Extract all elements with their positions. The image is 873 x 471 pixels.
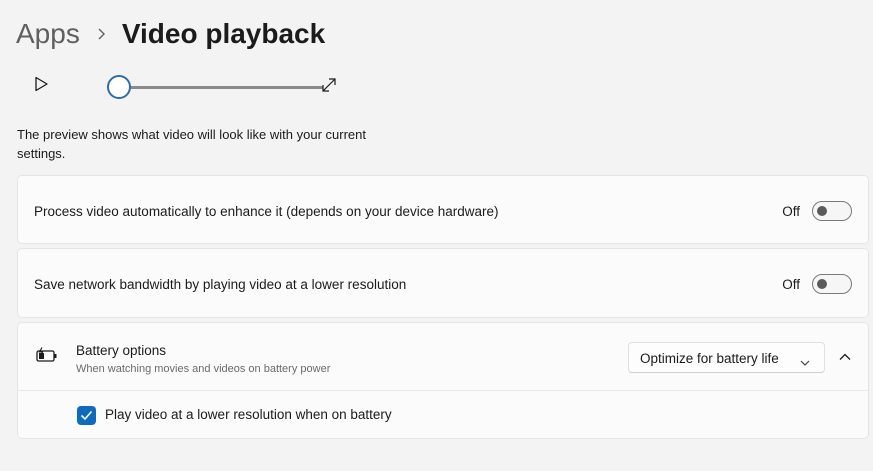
chevron-up-icon[interactable] (836, 348, 854, 366)
battery-options-subtitle: When watching movies and videos on batte… (76, 363, 331, 375)
breadcrumb-apps[interactable]: Apps (16, 18, 80, 50)
chevron-down-icon (800, 354, 810, 366)
page-title: Video playback (121, 18, 326, 49)
toggle-knob (817, 279, 827, 289)
setting-label: Save network bandwidth by playing video … (34, 277, 407, 292)
setting-label: Process video automatically to enhance i… (34, 204, 499, 219)
battery-options-card: Battery options When watching movies and… (17, 322, 869, 439)
battery-options-title: Battery options (76, 343, 167, 358)
preview-description: The preview shows what video will look l… (17, 127, 366, 161)
breadcrumb: Apps Video playback (16, 14, 325, 54)
play-icon[interactable] (32, 75, 50, 93)
divider (18, 390, 868, 391)
seek-track[interactable] (112, 86, 323, 89)
seek-slider-thumb[interactable] (107, 75, 131, 99)
setting-card-save-bandwidth: Save network bandwidth by playing video … (17, 248, 869, 318)
checkmark-icon (80, 410, 93, 421)
expand-icon[interactable] (320, 76, 338, 94)
battery-charging-icon (36, 347, 58, 363)
chevron-right-icon (96, 28, 106, 40)
battery-optimization-dropdown[interactable]: Optimize for battery life (628, 342, 825, 373)
video-preview-player (30, 70, 350, 104)
enhance-video-toggle[interactable] (812, 201, 852, 221)
toggle-state-text: Off (782, 204, 800, 219)
toggle-state-text: Off (782, 277, 800, 292)
toggle-knob (817, 206, 827, 216)
save-bandwidth-toggle[interactable] (812, 274, 852, 294)
checkbox-label[interactable]: Play video at a lower resolution when on… (105, 407, 392, 422)
setting-card-enhance-video: Process video automatically to enhance i… (17, 175, 869, 244)
lower-resolution-on-battery-checkbox[interactable] (77, 406, 96, 425)
dropdown-selected-value: Optimize for battery life (640, 351, 779, 366)
